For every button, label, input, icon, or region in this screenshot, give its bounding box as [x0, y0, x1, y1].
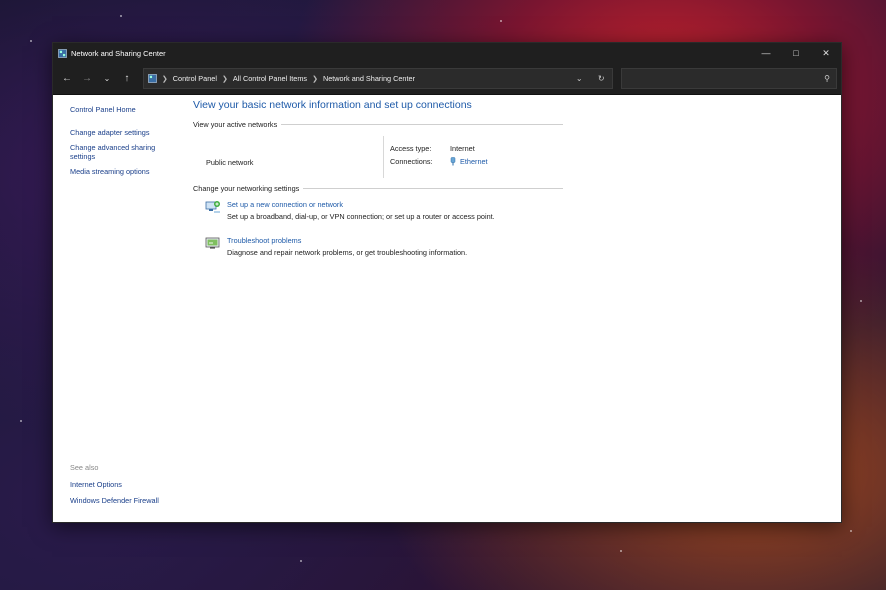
divider — [383, 136, 384, 178]
troubleshoot-icon — [205, 237, 220, 249]
chevron-right-icon: ❯ — [161, 75, 168, 83]
active-network-panel: Public network Access type: Internet Con… — [193, 132, 563, 180]
sidebar-item-advanced-sharing[interactable]: Change advanced sharing settings — [70, 143, 180, 161]
chevron-right-icon: ❯ — [312, 75, 318, 83]
divider — [303, 188, 563, 189]
breadcrumb-all-items[interactable]: All Control Panel Items — [233, 74, 307, 83]
refresh-icon[interactable]: ↻ — [590, 69, 612, 88]
main-panel: View your basic network information and … — [193, 99, 563, 262]
star — [20, 420, 22, 422]
address-bar[interactable]: ❯ Control Panel ❯ All Control Panel Item… — [142, 68, 614, 89]
breadcrumb-control-panel[interactable]: Control Panel — [173, 74, 217, 83]
star — [620, 550, 622, 552]
task-troubleshoot: Troubleshoot problems Diagnose and repai… — [193, 236, 563, 262]
window-title: Network and Sharing Center — [71, 48, 166, 58]
see-also-section: See also Internet Options Windows Defend… — [70, 463, 159, 512]
recent-locations-button[interactable]: ⌄ — [97, 69, 117, 89]
minimize-button[interactable]: — — [751, 43, 781, 63]
connection-link-label: Ethernet — [460, 157, 488, 166]
change-settings-title: Change your networking settings — [193, 184, 300, 193]
control-panel-icon — [148, 74, 157, 83]
active-networks-title: View your active networks — [193, 120, 278, 129]
network-properties: Access type: Internet Connections: Ether… — [390, 144, 488, 170]
star — [860, 300, 862, 302]
search-input[interactable]: ⚲ — [621, 68, 837, 89]
back-button[interactable]: ← — [57, 69, 77, 89]
network-sharing-window: Network and Sharing Center — □ ✕ ← → ⌄ ↑… — [52, 42, 842, 523]
title-bar[interactable]: Network and Sharing Center — □ ✕ — [53, 43, 841, 63]
ethernet-icon — [450, 157, 456, 166]
maximize-button[interactable]: □ — [781, 43, 811, 63]
close-button[interactable]: ✕ — [811, 43, 841, 63]
forward-button[interactable]: → — [77, 69, 97, 89]
connections-label: Connections: — [390, 157, 433, 166]
star — [300, 560, 302, 562]
change-settings-header: Change your networking settings — [193, 184, 563, 193]
network-name: Public network — [206, 158, 254, 167]
network-center-icon — [58, 48, 67, 58]
new-connection-desc: Set up a broadband, dial-up, or VPN conn… — [227, 212, 495, 221]
content-area: Control Panel Home Change adapter settin… — [53, 96, 841, 522]
see-also-internet-options[interactable]: Internet Options — [70, 480, 159, 489]
see-also-label: See also — [70, 463, 99, 472]
star — [850, 530, 852, 532]
access-type-value: Internet — [450, 144, 475, 153]
star — [30, 40, 32, 42]
page-title: View your basic network information and … — [193, 99, 472, 111]
sidebar: Control Panel Home Change adapter settin… — [70, 105, 180, 182]
star — [500, 20, 502, 22]
chevron-down-icon[interactable]: ⌄ — [568, 69, 590, 88]
divider — [281, 124, 563, 125]
active-networks-header: View your active networks — [193, 120, 563, 129]
sidebar-item-home[interactable]: Control Panel Home — [70, 105, 180, 114]
see-also-firewall[interactable]: Windows Defender Firewall — [70, 496, 159, 505]
task-new-connection: Set up a new connection or network Set u… — [193, 200, 563, 226]
chevron-right-icon: ❯ — [221, 75, 228, 83]
troubleshoot-desc: Diagnose and repair network problems, or… — [227, 248, 468, 257]
sidebar-item-adapter-settings[interactable]: Change adapter settings — [70, 128, 180, 137]
navigation-bar: ← → ⌄ ↑ ❯ Control Panel ❯ All Control Pa… — [53, 63, 841, 95]
new-connection-icon — [205, 201, 220, 213]
up-button[interactable]: ↑ — [117, 69, 137, 89]
access-type-label: Access type: — [390, 144, 432, 153]
breadcrumb-network-center[interactable]: Network and Sharing Center — [323, 74, 415, 83]
star — [120, 15, 122, 17]
search-icon: ⚲ — [824, 74, 830, 83]
connection-link[interactable]: Ethernet — [450, 157, 488, 166]
sidebar-item-media-streaming[interactable]: Media streaming options — [70, 167, 180, 176]
new-connection-link[interactable]: Set up a new connection or network — [227, 200, 343, 209]
troubleshoot-link[interactable]: Troubleshoot problems — [227, 236, 301, 245]
